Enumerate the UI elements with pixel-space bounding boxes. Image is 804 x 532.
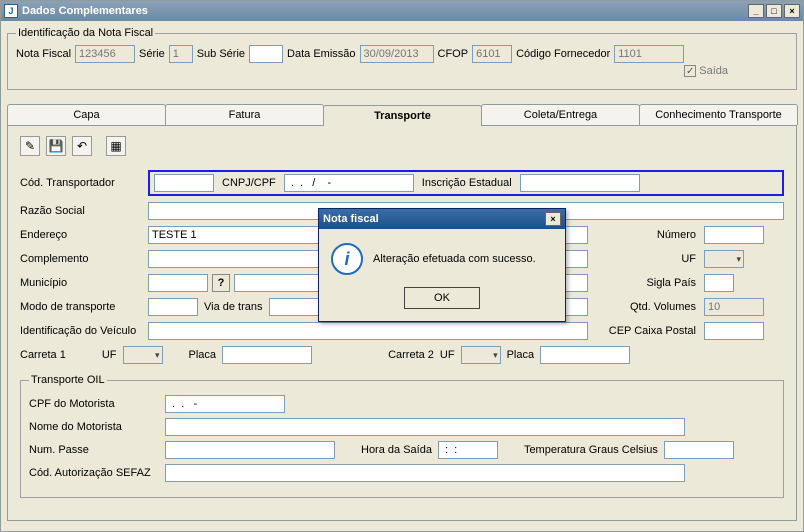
modal-title: Nota fiscal bbox=[323, 213, 379, 225]
insc-estadual-label: Inscrição Estadual bbox=[422, 177, 512, 189]
via-transporte-label: Via de trans bbox=[204, 301, 263, 313]
serie-label: Série bbox=[139, 48, 165, 60]
uf-select[interactable]: ▾ bbox=[704, 250, 744, 268]
toolbar: ✎ 💾 ↶ ▦ bbox=[20, 136, 784, 156]
cpf-motorista-label: CPF do Motorista bbox=[29, 398, 159, 410]
data-emissao-label: Data Emissão bbox=[287, 48, 355, 60]
num-passe-label: Num. Passe bbox=[29, 444, 159, 456]
saida-label: Saída bbox=[699, 65, 728, 77]
modal-dialog: Nota fiscal × i Alteração efetuada com s… bbox=[318, 208, 566, 322]
carreta2-placa-label: Placa bbox=[507, 349, 535, 361]
numero-input[interactable] bbox=[704, 226, 764, 244]
nota-fiscal-input bbox=[75, 45, 135, 63]
cnpj-input[interactable] bbox=[284, 174, 414, 192]
carreta2-label: Carreta 2 bbox=[388, 349, 434, 361]
qtd-volumes-label: Qtd. Volumes bbox=[596, 301, 696, 313]
cod-aut-sefaz-input[interactable] bbox=[165, 464, 685, 482]
nome-motorista-label: Nome do Motorista bbox=[29, 421, 159, 433]
data-emissao-input bbox=[360, 45, 434, 63]
undo-icon[interactable]: ↶ bbox=[72, 136, 92, 156]
carretas-row: Carreta 1 UF ▾ Placa Carreta 2 UF ▾ Plac… bbox=[20, 346, 784, 364]
cfop-label: CFOP bbox=[438, 48, 469, 60]
tab-transporte[interactable]: Transporte bbox=[323, 105, 482, 126]
modo-transporte-input[interactable] bbox=[148, 298, 198, 316]
carreta1-uf-label: UF bbox=[102, 349, 117, 361]
app-icon: J bbox=[4, 4, 18, 18]
municipio-lookup-button[interactable]: ? bbox=[212, 274, 230, 292]
tool-icon[interactable]: ▦ bbox=[106, 136, 126, 156]
carreta2-uf-select[interactable]: ▾ bbox=[461, 346, 501, 364]
save-icon[interactable]: 💾 bbox=[46, 136, 66, 156]
oil-legend: Transporte OIL bbox=[29, 374, 107, 386]
cep-input[interactable] bbox=[704, 322, 764, 340]
cod-fornecedor-input bbox=[614, 45, 684, 63]
cod-aut-sefaz-label: Cód. Autorização SEFAZ bbox=[29, 467, 159, 479]
tab-coleta-entrega[interactable]: Coleta/Entrega bbox=[481, 104, 640, 125]
cnpj-highlight-box: CNPJ/CPF Inscrição Estadual bbox=[148, 170, 784, 196]
cod-transportador-input[interactable] bbox=[154, 174, 214, 192]
cod-fornecedor-label: Código Fornecedor bbox=[516, 48, 610, 60]
sigla-pais-input[interactable] bbox=[704, 274, 734, 292]
modal-titlebar: Nota fiscal × bbox=[319, 209, 565, 229]
insc-estadual-input[interactable] bbox=[520, 174, 640, 192]
temperatura-label: Temperatura Graus Celsius bbox=[524, 444, 658, 456]
tab-capa[interactable]: Capa bbox=[7, 104, 166, 125]
carreta2-placa-input[interactable] bbox=[540, 346, 630, 364]
endereco-label: Endereço bbox=[20, 229, 140, 241]
municipio-cod-input[interactable] bbox=[148, 274, 208, 292]
modal-message: Alteração efetuada com sucesso. bbox=[373, 253, 536, 265]
carreta1-label: Carreta 1 bbox=[20, 349, 66, 361]
ident-veiculo-input[interactable] bbox=[148, 322, 588, 340]
tabpage-transporte: ✎ 💾 ↶ ▦ Cód. Transportador CNPJ/CPF Insc… bbox=[7, 126, 797, 521]
close-button[interactable]: × bbox=[784, 4, 800, 18]
minimize-button[interactable]: _ bbox=[748, 4, 764, 18]
nome-motorista-input[interactable] bbox=[165, 418, 685, 436]
check-icon: ✓ bbox=[684, 65, 696, 77]
hora-saida-input[interactable] bbox=[438, 441, 498, 459]
cnpj-label: CNPJ/CPF bbox=[222, 177, 276, 189]
carreta1-placa-input[interactable] bbox=[222, 346, 312, 364]
edit-icon[interactable]: ✎ bbox=[20, 136, 40, 156]
modal-ok-button[interactable]: OK bbox=[404, 287, 480, 309]
info-icon: i bbox=[331, 243, 363, 275]
sigla-pais-label: Sigla País bbox=[596, 277, 696, 289]
tab-fatura[interactable]: Fatura bbox=[165, 104, 324, 125]
carreta1-uf-select[interactable]: ▾ bbox=[123, 346, 163, 364]
carreta2-uf-label: UF bbox=[440, 349, 455, 361]
numero-label: Número bbox=[596, 229, 696, 241]
temperatura-input[interactable] bbox=[664, 441, 734, 459]
uf-label: UF bbox=[596, 253, 696, 265]
carreta1-placa-label: Placa bbox=[189, 349, 217, 361]
num-passe-input[interactable] bbox=[165, 441, 335, 459]
cfop-input bbox=[472, 45, 512, 63]
identificacao-legend: Identificação da Nota Fiscal bbox=[16, 27, 155, 39]
cod-transportador-label: Cód. Transportador bbox=[20, 177, 140, 189]
ident-veiculo-label: Identificação do Veículo bbox=[20, 325, 140, 337]
cep-label: CEP Caixa Postal bbox=[596, 325, 696, 337]
subserie-label: Sub Série bbox=[197, 48, 245, 60]
titlebar: J Dados Complementares _ □ × bbox=[1, 1, 803, 21]
restore-button[interactable]: □ bbox=[766, 4, 782, 18]
transporte-oil-group: Transporte OIL CPF do Motorista Nome do … bbox=[20, 374, 784, 498]
window-title: Dados Complementares bbox=[22, 5, 148, 17]
serie-input bbox=[169, 45, 193, 63]
modo-transporte-label: Modo de transporte bbox=[20, 301, 140, 313]
cpf-motorista-input[interactable] bbox=[165, 395, 285, 413]
identificacao-nota-fiscal-group: Identificação da Nota Fiscal Nota Fiscal… bbox=[7, 27, 797, 90]
tabs: Capa Fatura Transporte Coleta/Entrega Co… bbox=[7, 104, 797, 126]
nota-fiscal-label: Nota Fiscal bbox=[16, 48, 71, 60]
main-window: J Dados Complementares _ □ × Identificaç… bbox=[0, 0, 804, 532]
razao-social-label: Razão Social bbox=[20, 205, 140, 217]
saida-checkbox: ✓ Saída bbox=[684, 65, 728, 77]
qtd-volumes-input bbox=[704, 298, 764, 316]
tab-conhecimento[interactable]: Conhecimento Transporte bbox=[639, 104, 798, 125]
municipio-label: Município bbox=[20, 277, 140, 289]
hora-saida-label: Hora da Saída bbox=[361, 444, 432, 456]
subserie-input[interactable] bbox=[249, 45, 283, 63]
modal-close-button[interactable]: × bbox=[545, 212, 561, 226]
complemento-label: Complemento bbox=[20, 253, 140, 265]
